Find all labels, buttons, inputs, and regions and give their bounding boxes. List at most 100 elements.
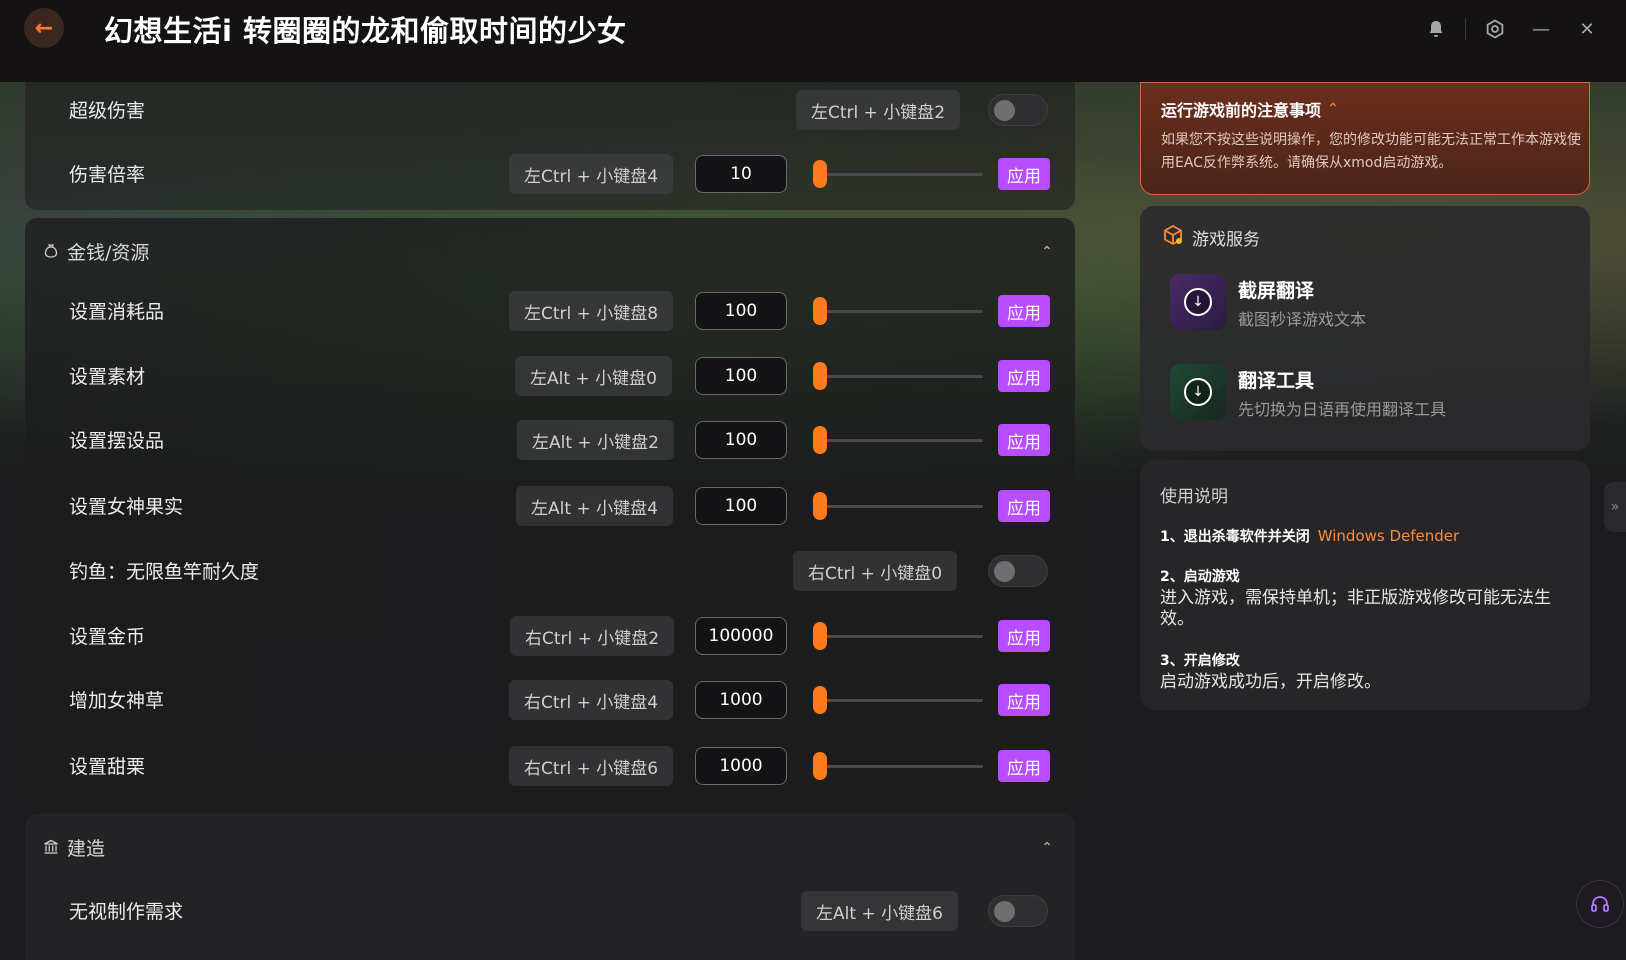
slider-track — [817, 173, 983, 176]
download-icon: ↓ — [1184, 288, 1212, 316]
step-heading: 3、开启修改 — [1160, 653, 1240, 669]
value-input[interactable]: 100 — [695, 487, 787, 525]
service-item-translate-tool[interactable]: ↓ 翻译工具 先切换为日语再使用翻译工具 — [1170, 364, 1570, 424]
row-label: 伤害倍率 — [69, 164, 146, 186]
service-item-screenshot-translate[interactable]: ↓ 截屏翻译 截图秒译游戏文本 — [1170, 274, 1570, 334]
slider-thumb[interactable] — [813, 297, 827, 325]
toggle-switch[interactable] — [988, 555, 1048, 587]
slider-thumb[interactable] — [813, 160, 827, 188]
apply-button[interactable]: 应用 — [998, 295, 1050, 327]
slider-thumb[interactable] — [813, 492, 827, 520]
chevron-up-icon[interactable]: ⌃ — [1037, 838, 1057, 858]
minimize-icon: — — [1532, 18, 1550, 40]
row-goddess-grass: 增加女神草 右Ctrl + 小键盘4 1000 应用 — [25, 674, 1075, 726]
apply-button[interactable]: 应用 — [998, 360, 1050, 392]
chevron-up-icon[interactable]: ⌃ — [1327, 101, 1339, 117]
step-highlight[interactable]: Windows Defender — [1318, 527, 1459, 545]
value-slider[interactable] — [813, 622, 983, 650]
section-header[interactable]: 建造 — [43, 832, 105, 862]
row-label: 设置消耗品 — [69, 301, 165, 323]
toggle-switch[interactable] — [988, 94, 1048, 126]
close-button[interactable]: ✕ — [1564, 14, 1610, 44]
title-bar: ← 幻想生活i 转圈圈的龙和偷取时间的少女 — ✕ — [0, 0, 1626, 82]
slider-track — [817, 439, 983, 442]
window-controls: — ✕ — [1413, 14, 1610, 44]
slider-thumb[interactable] — [813, 622, 827, 650]
value-slider[interactable] — [813, 362, 983, 390]
value-slider[interactable] — [813, 752, 983, 780]
row-consumables: 设置消耗品 左Ctrl + 小键盘8 100 应用 — [25, 285, 1075, 337]
row-label: 超级伤害 — [69, 100, 146, 122]
apply-button[interactable]: 应用 — [998, 158, 1050, 190]
service-icon: ↓ — [1170, 364, 1226, 420]
value-slider[interactable] — [813, 686, 983, 714]
services-title: 游戏服务 — [1192, 230, 1260, 250]
value-input[interactable]: 100 — [695, 292, 787, 330]
services-header: 游戏服务 — [1162, 224, 1260, 251]
hotkey-badge[interactable]: 左Ctrl + 小键盘8 — [509, 291, 674, 331]
usage-step: 2、启动游戏 进入游戏，需保持单机；非正版游戏修改可能无法生效。 — [1160, 566, 1570, 630]
hotkey-badge[interactable]: 右Ctrl + 小键盘6 — [509, 746, 674, 786]
hotkey-badge[interactable]: 左Alt + 小键盘2 — [517, 420, 674, 460]
row-label: 钓鱼：无限鱼竿耐久度 — [69, 561, 260, 583]
apply-button[interactable]: 应用 — [998, 684, 1050, 716]
minimize-button[interactable]: — — [1518, 14, 1564, 44]
notice-header[interactable]: 运行游戏前的注意事项 ⌃ — [1161, 97, 1339, 121]
hotkey-badge[interactable]: 右Ctrl + 小键盘2 — [510, 616, 675, 656]
value-input[interactable]: 100 — [695, 357, 787, 395]
value-slider[interactable] — [813, 297, 983, 325]
row-ignore-craft: 无视制作需求 左Alt + 小键盘6 — [25, 885, 1075, 937]
apply-button[interactable]: 应用 — [998, 750, 1050, 782]
slider-thumb[interactable] — [813, 752, 827, 780]
hotkey-badge[interactable]: 左Alt + 小键盘4 — [516, 486, 673, 526]
game-services-card: 游戏服务 ↓ 截屏翻译 截图秒译游戏文本 ↓ 翻译工具 先切换为日语再使用翻译工… — [1140, 206, 1590, 451]
money-bag-icon — [43, 243, 59, 259]
value-input[interactable]: 10 — [695, 155, 787, 193]
value-input[interactable]: 1000 — [695, 681, 787, 719]
toggle-switch[interactable] — [988, 895, 1048, 927]
row-fishing: 钓鱼：无限鱼竿耐久度 右Ctrl + 小键盘0 — [25, 545, 1075, 597]
slider-thumb[interactable] — [813, 362, 827, 390]
service-title: 截屏翻译 — [1238, 280, 1315, 302]
hotkey-badge[interactable]: 左Alt + 小键盘0 — [515, 356, 672, 396]
settings-button[interactable] — [1472, 14, 1518, 44]
support-button[interactable] — [1576, 880, 1624, 928]
row-super-damage: 超级伤害 左Ctrl + 小键盘2 — [25, 84, 1075, 136]
row-label: 设置甜栗 — [69, 756, 146, 778]
apply-button[interactable]: 应用 — [998, 424, 1050, 456]
row-damage-rate: 伤害倍率 左Ctrl + 小键盘4 10 应用 — [25, 148, 1075, 200]
hotkey-badge[interactable]: 右Ctrl + 小键盘4 — [509, 680, 674, 720]
back-button[interactable]: ← — [24, 8, 64, 48]
service-subtitle: 截图秒译游戏文本 — [1238, 310, 1367, 329]
notification-button[interactable] — [1413, 14, 1459, 44]
value-input[interactable]: 100 — [695, 421, 787, 459]
package-icon — [1162, 224, 1184, 251]
value-slider[interactable] — [813, 492, 983, 520]
hotkey-badge[interactable]: 左Ctrl + 小键盘2 — [796, 90, 961, 130]
hotkey-badge[interactable]: 右Ctrl + 小键盘0 — [793, 551, 958, 591]
toggle-knob — [994, 100, 1015, 121]
apply-button[interactable]: 应用 — [998, 490, 1050, 522]
value-input[interactable]: 1000 — [695, 747, 787, 785]
gear-icon — [1486, 19, 1504, 39]
slider-thumb[interactable] — [813, 426, 827, 454]
value-slider[interactable] — [813, 426, 983, 454]
section-title: 建造 — [67, 837, 106, 860]
row-label: 增加女神草 — [69, 690, 165, 712]
apply-button[interactable]: 应用 — [998, 620, 1050, 652]
page-title: 幻想生活i 转圈圈的龙和偷取时间的少女 — [104, 14, 627, 48]
hotkey-badge[interactable]: 左Ctrl + 小键盘4 — [509, 154, 674, 194]
value-slider[interactable] — [813, 160, 983, 188]
toggle-knob — [994, 901, 1015, 922]
notice-title: 运行游戏前的注意事项 — [1161, 101, 1322, 120]
step-heading-text: 1、退出杀毒软件并关闭 — [1160, 529, 1310, 545]
slider-thumb[interactable] — [813, 686, 827, 714]
slider-track — [817, 505, 983, 508]
hotkey-badge[interactable]: 左Alt + 小键盘6 — [801, 891, 958, 931]
row-label: 设置女神果实 — [69, 496, 184, 518]
chevron-up-icon[interactable]: ⌃ — [1037, 242, 1057, 262]
section-header[interactable]: 金钱/资源 — [43, 236, 149, 266]
value-input[interactable]: 100000 — [695, 617, 787, 655]
step-description: 启动游戏成功后，开启修改。 — [1160, 672, 1381, 692]
expand-panel-button[interactable]: » — [1604, 482, 1626, 532]
